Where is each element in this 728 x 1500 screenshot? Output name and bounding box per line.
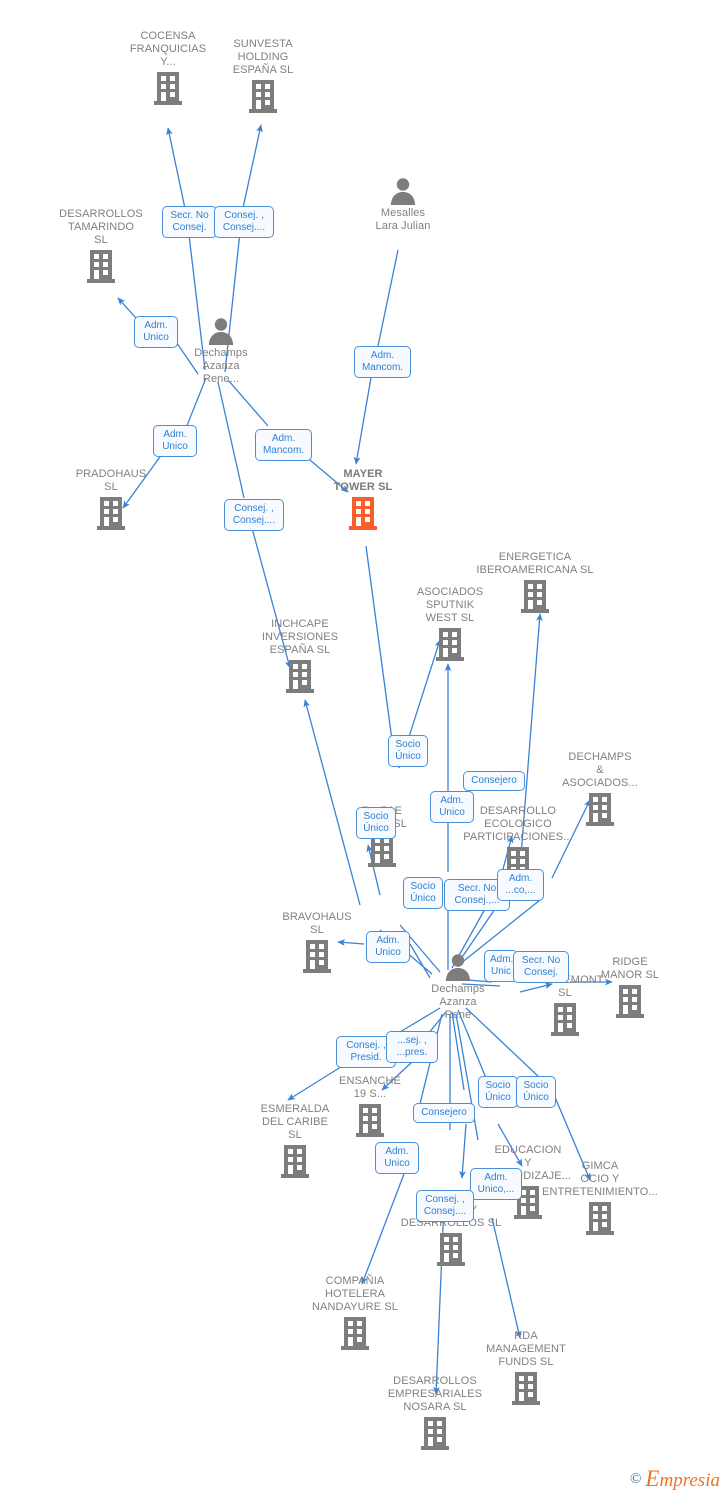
edge-dechamps1-to-tamarindo [117, 297, 137, 319]
edge-label-el-adm-ensanche[interactable]: Adm. Unico [375, 1142, 419, 1174]
building-icon-nosara [420, 1416, 450, 1452]
building-icon-dechamps_asoc [585, 792, 615, 828]
node-label-mayer: MAYER TOWER SL [333, 468, 393, 493]
node-dechamps1[interactable]: Dechamps Azanza Rene... [161, 316, 281, 386]
node-rda[interactable]: RDA MANAGEMENT FUNDS SL [466, 1330, 586, 1407]
node-label-dechamps_asoc: DECHAMPS & ASOCIADOS... [562, 751, 638, 789]
node-label-inchcape: INCHCAPE INVERSIONES ESPAÑA SL [261, 618, 339, 656]
edge-mesalles-to-mayer [377, 249, 399, 347]
node-label-sputnik: ASOCIADOS SPUTNIK WEST SL [416, 586, 484, 624]
edge-label-el-consej-casanay[interactable]: Consej. , Consej.... [416, 1190, 474, 1222]
building-icon-sputnik [435, 627, 465, 663]
edge-label-el-adm-prado[interactable]: Adm. Unico [153, 425, 197, 457]
node-energetica[interactable]: ENERGETICA IBEROAMERICANA SL [475, 551, 595, 615]
node-bravohaus[interactable]: BRAVOHAUS SL [257, 911, 377, 975]
edge-label-el-socio-5[interactable]: Socio Único [516, 1076, 556, 1108]
building-icon-cocensa [153, 71, 183, 107]
node-label-nandayure: COMPAÑIA HOTELERA NANDAYURE SL [312, 1275, 398, 1313]
edge-dechamps1-to-mayer [227, 379, 269, 427]
building-icon-ridge [615, 984, 645, 1020]
node-label-gimca: GIMCA OCIO Y ENTRETENIMIENTO... [542, 1160, 658, 1198]
edge-label-el-socio-1[interactable]: Socio Único [388, 735, 428, 767]
node-inchcape[interactable]: INCHCAPE INVERSIONES ESPAÑA SL [240, 618, 360, 695]
edge-mesalles-to-mayer [353, 371, 373, 465]
node-label-pradohaus: PRADOHAUS SL [75, 468, 147, 493]
edge-label-el-socio-2[interactable]: Socio Único [356, 807, 396, 839]
brand-rest: mpresia [659, 1470, 720, 1491]
node-nandayure[interactable]: COMPAÑIA HOTELERA NANDAYURE SL [295, 1275, 415, 1352]
node-label-energetica: ENERGETICA IBEROAMERICANA SL [476, 551, 594, 576]
brand-initial: E [645, 1466, 660, 1491]
building-icon-pradohaus [96, 496, 126, 532]
edge-dechamps2-to-casanay [451, 1011, 465, 1091]
edge-label-el-consejero-1[interactable]: Consejero [463, 771, 525, 791]
node-label-ensanche: ENSANCHE 19 S... [339, 1075, 401, 1100]
edge-label-el-secr-3[interactable]: Secr. No Consej. [513, 951, 569, 983]
node-ensanche[interactable]: ENSANCHE 19 S... [310, 1075, 430, 1139]
node-label-dechamps2: Dechamps Azanza Rene [431, 983, 485, 1021]
edge-label-el-socio-3[interactable]: Socio Único [403, 877, 443, 909]
node-dechamps_asoc[interactable]: DECHAMPS & ASOCIADOS... [540, 751, 660, 828]
person-icon-dechamps2 [443, 952, 473, 982]
network-diagram-canvas: COCENSA FRANQUICIAS Y... SUNVESTA HOLDING… [0, 0, 728, 1500]
edge-label-el-adm-bravo[interactable]: Adm. Unico [366, 931, 410, 963]
node-sunvesta[interactable]: SUNVESTA HOLDING ESPAÑA SL [203, 38, 323, 115]
node-label-cocensa: COCENSA FRANQUICIAS Y... [129, 30, 207, 68]
edge-label-el-adm-unico-2[interactable]: Adm. Unico [430, 791, 474, 823]
building-icon-energetica [520, 579, 550, 615]
edge-dechamps2-to-inchcape [303, 699, 361, 906]
watermark: © Empresia [630, 1466, 720, 1492]
node-mesalles[interactable]: Mesalles Lara Julian [343, 176, 463, 233]
edge-label-el-adm-mesalles[interactable]: Adm. Mancom. [354, 346, 411, 378]
node-pradohaus[interactable]: PRADOHAUS SL [51, 468, 171, 532]
node-mayer[interactable]: MAYER TOWER SL [303, 468, 423, 532]
building-icon-bravohaus [302, 939, 332, 975]
edge-dechamps1-to-sunvesta [242, 124, 263, 209]
brand-name: Empresia [645, 1466, 720, 1492]
node-label-sunvesta: SUNVESTA HOLDING ESPAÑA SL [232, 38, 294, 76]
edge-label-el-consej-presid-2[interactable]: ...sej. , ...pres. [386, 1031, 438, 1063]
node-label-ridge: RIDGE MANOR SL [600, 956, 660, 981]
node-label-rda: RDA MANAGEMENT FUNDS SL [486, 1330, 566, 1368]
node-ridge[interactable]: RIDGE MANOR SL [570, 956, 690, 1020]
edge-label-el-consejero-2[interactable]: Consejero [413, 1103, 475, 1123]
building-icon-ensanche [355, 1103, 385, 1139]
building-icon-gimca [585, 1201, 615, 1237]
edge-label-el-adm-tamarindo[interactable]: Adm. Unico [134, 316, 178, 348]
building-icon-sunvesta [248, 79, 278, 115]
building-icon-rda [511, 1371, 541, 1407]
person-icon-mesalles [388, 176, 418, 206]
node-label-bravohaus: BRAVOHAUS SL [282, 911, 352, 936]
node-tamarindo[interactable]: DESARROLLOS TAMARINDO SL [41, 208, 161, 285]
edge-dechamps1-to-cocensa [166, 127, 188, 219]
edge-label-el-adm-unico-5[interactable]: Adm. Unico,... [470, 1168, 522, 1200]
node-gimca[interactable]: GIMCA OCIO Y ENTRETENIMIENTO... [540, 1160, 660, 1237]
edge-label-el-adm-mayer[interactable]: Adm. Mancom. [255, 429, 312, 461]
edge-label-el-consej-sunvesta[interactable]: Consej. , Consej.... [214, 206, 274, 238]
building-icon-inchcape [285, 659, 315, 695]
building-icon-mayer [348, 496, 378, 532]
building-icon-esmeralda [280, 1144, 310, 1180]
edge-label-el-socio-4[interactable]: Socio Único [478, 1076, 518, 1108]
node-label-mesalles: Mesalles Lara Julian [375, 207, 431, 232]
building-icon-casanay [436, 1232, 466, 1268]
edge-dechamps2-to-casanay [459, 1123, 467, 1179]
edge-dechamps1-to-inchcape [217, 381, 245, 499]
node-label-dechamps1: Dechamps Azanza Rene... [194, 347, 248, 385]
copyright-symbol: © [630, 1470, 642, 1487]
edge-label-el-consej-inch[interactable]: Consej. , Consej.... [224, 499, 284, 531]
edge-mayer-to-sputnik [365, 545, 393, 741]
edge-label-el-adm-3[interactable]: Adm. ...co,... [497, 869, 544, 901]
edge-label-el-secr-cocensa[interactable]: Secr. No Consej. [162, 206, 217, 238]
node-label-tamarindo: DESARROLLOS TAMARINDO SL [59, 208, 143, 246]
building-icon-tamarindo [86, 249, 116, 285]
building-icon-nandayure [340, 1316, 370, 1352]
person-icon-dechamps1 [206, 316, 236, 346]
